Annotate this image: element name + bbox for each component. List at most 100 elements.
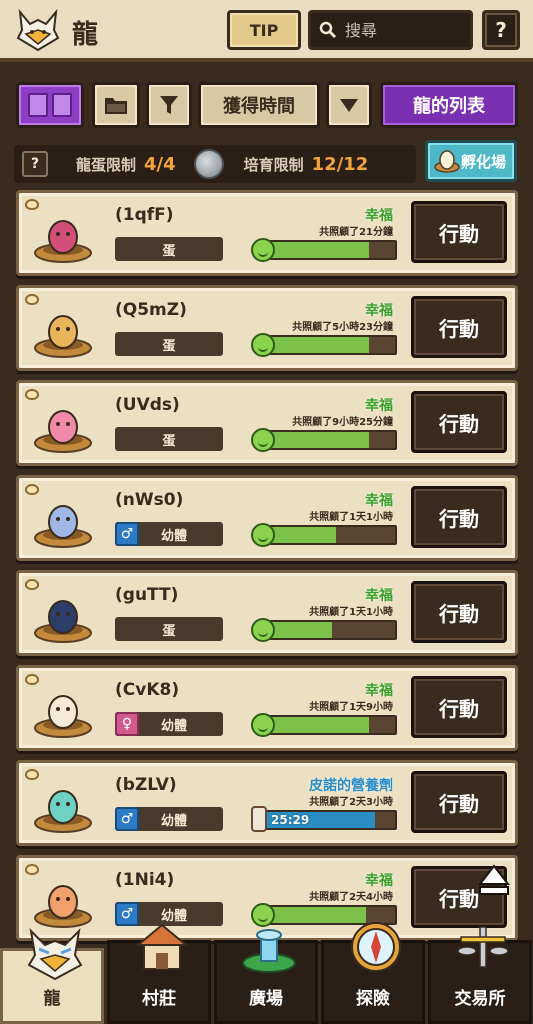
dragon-portrait-icon <box>34 315 92 358</box>
nav-dragon-label: 龍 <box>43 989 61 1009</box>
dragon-card[interactable]: (bZLV) ♂ 幼體 皮諾的營養劑 共照顧了2天3小時 25:29 行動 <box>16 760 518 846</box>
happiness-bar <box>251 333 399 357</box>
egg-badge-icon <box>25 389 39 400</box>
dragon-list-button[interactable]: 龍的列表 <box>380 82 518 128</box>
triangle-down-icon <box>340 99 358 112</box>
dragon-portrait-icon <box>34 885 92 928</box>
dragon-stage-label: 蛋 <box>162 623 176 639</box>
dragon-name: (Q5mZ) <box>115 300 187 320</box>
dragon-portrait-icon <box>34 790 92 833</box>
dragon-card[interactable]: (1qfF) 蛋 幸福 共照顧了21分鐘 行動 <box>16 190 518 276</box>
search-box[interactable] <box>308 10 473 50</box>
action-button[interactable]: 行動 <box>411 486 507 548</box>
male-gender-icon: ♂ <box>115 522 139 546</box>
care-duration: 共照顧了21分鐘 <box>319 227 393 238</box>
dragon-name: (UVds) <box>115 395 180 415</box>
dragon-card[interactable]: (Q5mZ) 蛋 幸福 共照顧了5小時23分鐘 行動 <box>16 285 518 371</box>
dragon-stage-badge: 蛋 <box>115 617 223 641</box>
dragon-name: (guTT) <box>115 585 179 605</box>
tip-button[interactable]: TIP <box>227 10 301 50</box>
dragon-stage-label: 蛋 <box>162 338 176 354</box>
dragon-stage-label: 幼體 <box>161 528 188 544</box>
happiness-bar: 25:29 <box>251 806 399 832</box>
smiley-face-icon <box>251 523 275 547</box>
dragon-portrait-icon <box>34 410 92 453</box>
compass-icon <box>351 922 401 972</box>
house-icon <box>135 923 189 970</box>
search-input[interactable] <box>345 20 465 40</box>
smiley-face-icon <box>251 428 275 452</box>
silver-medal-icon <box>193 149 224 179</box>
nav-village-label: 村莊 <box>142 989 176 1009</box>
dragon-portrait-icon <box>34 505 92 548</box>
care-duration: 共照顧了2天4小時 <box>309 892 393 903</box>
filter-button[interactable] <box>146 82 192 128</box>
action-button[interactable]: 行動 <box>411 201 507 263</box>
sort-order-button[interactable] <box>326 82 372 128</box>
action-button[interactable]: 行動 <box>411 391 507 453</box>
scroll-top-icon[interactable] <box>476 862 512 898</box>
folder-button[interactable] <box>92 82 140 128</box>
dragon-name: (CvK8) <box>115 680 180 700</box>
dragon-stage-badge: ♀ 幼體 <box>115 712 223 736</box>
dragon-portrait-icon <box>34 600 92 643</box>
help-button[interactable]: ? <box>482 10 520 50</box>
dragon-stage-badge: ♂ 幼體 <box>115 807 223 831</box>
happiness-bar-track <box>261 430 397 450</box>
dragon-card[interactable]: (CvK8) ♀ 幼體 幸福 共照顧了1天9小時 行動 <box>16 665 518 751</box>
nav-dragon[interactable]: 龍 <box>0 928 104 1024</box>
search-icon <box>319 21 337 39</box>
happiness-bar-track <box>261 335 397 355</box>
dragon-stage-label: 蛋 <box>162 433 176 449</box>
breed-limit-label: 培育限制 <box>243 155 304 174</box>
happiness-bar-fill <box>263 337 369 353</box>
dragon-card[interactable]: (UVds) 蛋 幸福 共照顧了9小時25分鐘 行動 <box>16 380 518 466</box>
sort-by-button[interactable]: 獲得時間 <box>198 82 320 128</box>
dragon-logo-icon <box>16 8 60 52</box>
dragon-stage-label: 幼體 <box>161 718 188 734</box>
dragon-card[interactable]: (nWs0) ♂ 幼體 幸福 共照顧了1天1小時 行動 <box>16 475 518 561</box>
happiness-bar-fill <box>263 242 369 258</box>
limits-help-button[interactable]: ? <box>22 151 48 177</box>
action-button[interactable]: 行動 <box>411 676 507 738</box>
nav-plaza-label: 廣場 <box>249 989 283 1009</box>
happiness-bar <box>251 428 399 452</box>
nav-plaza[interactable]: 廣場 <box>214 929 318 1024</box>
potion-bottle-icon <box>251 806 267 832</box>
action-button[interactable]: 行動 <box>411 296 507 358</box>
care-duration: 共照顧了5小時23分鐘 <box>292 322 393 333</box>
action-button[interactable]: 行動 <box>411 771 507 833</box>
dragon-name: (nWs0) <box>115 490 184 510</box>
happiness-bar <box>251 713 399 737</box>
egg-badge-icon <box>25 674 39 685</box>
hatchery-label: 孵化場 <box>460 152 506 171</box>
egg-nest-icon <box>434 150 460 173</box>
action-button[interactable]: 行動 <box>411 581 507 643</box>
dragon-stage-badge: 蛋 <box>115 332 223 356</box>
egg-badge-icon <box>25 769 39 780</box>
nav-exchange[interactable]: 交易所 <box>428 926 532 1024</box>
smiley-face-icon <box>251 238 275 262</box>
dragon-card[interactable]: (guTT) 蛋 幸福 共照顧了1天1小時 行動 <box>16 570 518 656</box>
fountain-icon <box>242 929 296 973</box>
dragon-mood: 幸福 <box>365 493 393 509</box>
dragon-head-icon <box>27 928 83 981</box>
dragon-name: (1Ni4) <box>115 870 175 890</box>
dragon-name: (bZLV) <box>115 775 177 795</box>
female-gender-icon: ♀ <box>115 712 139 736</box>
dragon-portrait-icon <box>34 220 92 263</box>
nav-village[interactable]: 村莊 <box>107 923 211 1024</box>
dragon-mood: 幸福 <box>365 303 393 319</box>
nav-explore[interactable]: 探險 <box>321 922 425 1024</box>
grid-view-button[interactable] <box>16 82 84 128</box>
scales-icon <box>457 926 509 968</box>
grid-view-icon <box>28 93 48 117</box>
dragon-mood: 皮諾的營養劑 <box>309 778 393 794</box>
egg-badge-icon <box>25 294 39 305</box>
hatchery-button[interactable]: 孵化場 <box>425 140 517 182</box>
happiness-bar <box>251 238 399 262</box>
happiness-bar-track: 25:29 <box>261 810 397 830</box>
egg-limit-label: 龍蛋限制 <box>76 155 137 174</box>
happiness-bar-track <box>261 525 397 545</box>
care-duration: 共照顧了9小時25分鐘 <box>292 417 393 428</box>
